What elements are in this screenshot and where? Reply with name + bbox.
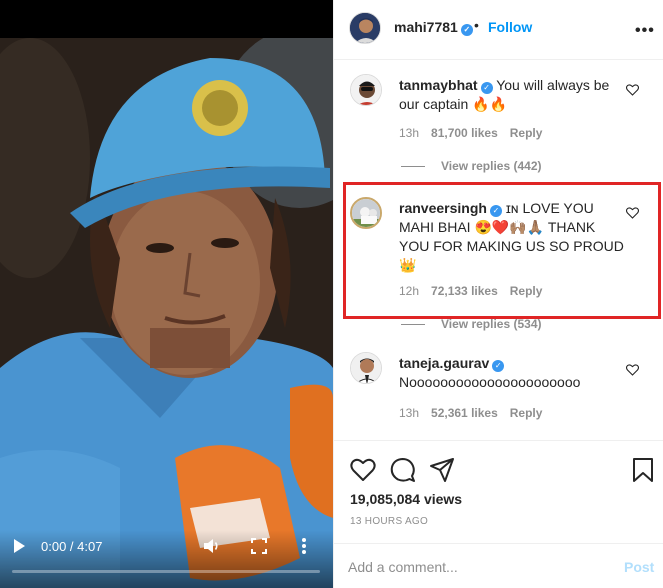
follow-button[interactable]: Follow xyxy=(488,19,532,35)
like-heart-icon[interactable] xyxy=(626,364,639,376)
video-player[interactable]: 0:00 / 4:07 xyxy=(0,0,333,588)
verified-badge-icon: ✓ xyxy=(489,205,502,217)
verified-badge-icon: ✓ xyxy=(460,24,473,36)
video-progress-bar[interactable] xyxy=(12,570,320,573)
add-comment-bar: Post xyxy=(334,543,663,588)
comment-meta: 13h 52,361 likes Reply xyxy=(399,406,554,420)
view-replies-line xyxy=(401,166,425,168)
reply-button[interactable]: Reply xyxy=(510,406,543,420)
share-icon[interactable] xyxy=(429,457,455,483)
comment-text: ranveersingh ✓ ɪɴ LOVE YOU MAHI BHAI 😍❤️🙌… xyxy=(399,199,624,275)
comment-body: Noooooooooooooooooooooo xyxy=(399,374,581,390)
view-replies-line xyxy=(401,324,425,326)
view-count[interactable]: 19,085,084 views xyxy=(350,491,462,507)
post-comment-button[interactable]: Post xyxy=(624,559,654,575)
header-separator: • xyxy=(474,17,479,33)
comment-avatar[interactable] xyxy=(350,74,382,106)
comment-time: 13h xyxy=(399,126,420,140)
save-bookmark-icon[interactable] xyxy=(630,457,656,483)
video-controls: 0:00 / 4:07 xyxy=(0,530,333,588)
reply-button[interactable]: Reply xyxy=(510,126,543,140)
comment-time: 13h xyxy=(399,406,420,420)
like-heart-icon[interactable] xyxy=(626,84,639,96)
post-timestamp[interactable]: 13 HOURS AGO xyxy=(350,516,428,527)
post-header: mahi7781 ✓ • Follow ••• xyxy=(334,0,663,60)
comment-avatar[interactable] xyxy=(350,197,382,229)
view-replies-label[interactable]: View replies (534) xyxy=(441,317,542,331)
video-still-image xyxy=(0,38,333,588)
view-replies-button[interactable]: View replies (442) xyxy=(401,159,542,173)
fullscreen-icon[interactable] xyxy=(251,538,267,554)
comment-text: taneja.gaurav ✓ Noooooooooooooooooooooo xyxy=(399,354,624,392)
comment-icon[interactable] xyxy=(390,457,416,483)
comment-meta: 12h 72,133 likes Reply xyxy=(399,284,554,298)
more-options-icon[interactable]: ••• xyxy=(635,22,655,40)
comment-likes[interactable]: 81,700 likes xyxy=(431,126,498,140)
post-side-panel: mahi7781 ✓ • Follow ••• tanmaybhat ✓ You w… xyxy=(333,0,663,588)
comment-time: 12h xyxy=(399,284,420,298)
view-replies-label[interactable]: View replies (442) xyxy=(441,159,542,173)
volume-icon[interactable] xyxy=(203,538,221,554)
verified-badge-icon: ✓ xyxy=(492,360,505,372)
comment-username[interactable]: ranveersingh xyxy=(399,200,487,216)
comment-avatar[interactable] xyxy=(350,352,382,384)
comment-username[interactable]: taneja.gaurav xyxy=(399,355,489,371)
comment-likes[interactable]: 52,361 likes xyxy=(431,406,498,420)
comment-username[interactable]: tanmaybhat xyxy=(399,77,478,93)
view-replies-button[interactable]: View replies (534) xyxy=(401,317,542,331)
add-comment-input[interactable] xyxy=(348,556,598,578)
play-icon[interactable] xyxy=(12,538,26,554)
owner-avatar[interactable] xyxy=(349,12,381,44)
reply-button[interactable]: Reply xyxy=(510,284,543,298)
like-heart-icon[interactable] xyxy=(626,207,639,219)
comment-text: tanmaybhat ✓ You will always be our capta… xyxy=(399,76,624,114)
owner-username-text[interactable]: mahi7781 xyxy=(394,19,458,35)
like-icon[interactable] xyxy=(350,457,376,483)
vertical-dots-icon[interactable] xyxy=(301,537,307,555)
post-actions: 19,085,084 views 13 HOURS AGO xyxy=(334,440,663,540)
video-time: 0:00 / 4:07 xyxy=(41,539,103,554)
comment-likes[interactable]: 72,133 likes xyxy=(431,284,498,298)
video-frame[interactable] xyxy=(0,38,333,588)
verified-badge-icon: ✓ xyxy=(480,82,493,94)
comment-meta: 13h 81,700 likes Reply xyxy=(399,126,554,140)
owner-username[interactable]: mahi7781 ✓ xyxy=(394,19,473,36)
